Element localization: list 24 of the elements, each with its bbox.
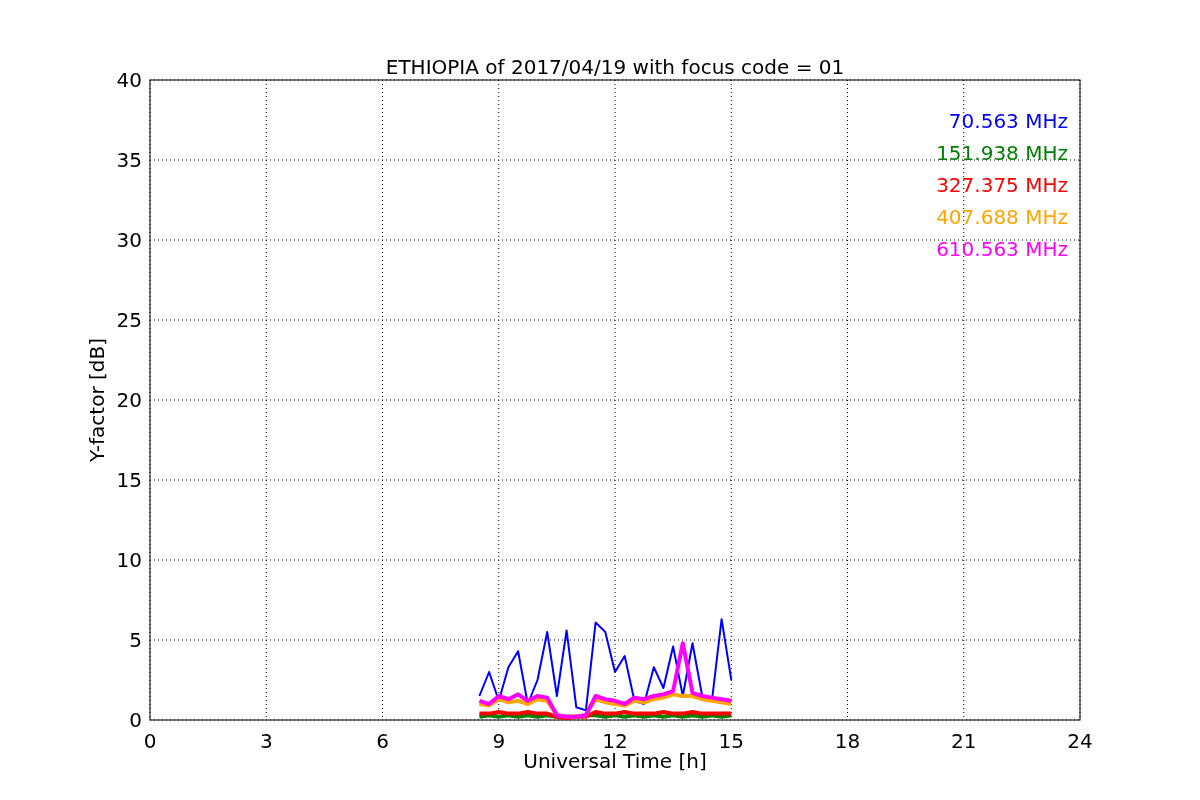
x-tick-label: 15 bbox=[718, 729, 744, 753]
legend-label: 70.563 MHz bbox=[948, 109, 1068, 133]
legend-label: 327.375 MHz bbox=[936, 173, 1068, 197]
y-tick-label: 35 bbox=[116, 148, 142, 172]
legend-label: 407.688 MHz bbox=[936, 205, 1068, 229]
y-axis-label: Y-factor [dB] bbox=[85, 338, 109, 462]
y-tick-label: 30 bbox=[116, 228, 142, 252]
y-tick-label: 25 bbox=[116, 308, 142, 332]
x-tick-label: 0 bbox=[143, 729, 157, 753]
chart-title: ETHIOPIA of 2017/04/19 with focus code = 01 bbox=[385, 55, 845, 79]
x-tick-label: 24 bbox=[1067, 729, 1093, 753]
y-tick-label: 15 bbox=[116, 468, 142, 492]
y-tick-label: 40 bbox=[116, 68, 142, 92]
legend-label: 151.938 MHz bbox=[936, 141, 1068, 165]
y-tick-label: 10 bbox=[116, 548, 142, 572]
x-tick-label: 21 bbox=[951, 729, 977, 753]
y-tick-label: 0 bbox=[129, 708, 142, 732]
x-tick-label: 3 bbox=[259, 729, 273, 753]
x-tick-label: 18 bbox=[834, 729, 861, 753]
legend-label: 610.563 MHz bbox=[936, 237, 1068, 261]
y-tick-label: 5 bbox=[129, 628, 142, 652]
x-tick-label: 6 bbox=[376, 729, 389, 753]
x-tick-label: 9 bbox=[492, 729, 506, 753]
y-tick-label: 20 bbox=[116, 388, 142, 412]
